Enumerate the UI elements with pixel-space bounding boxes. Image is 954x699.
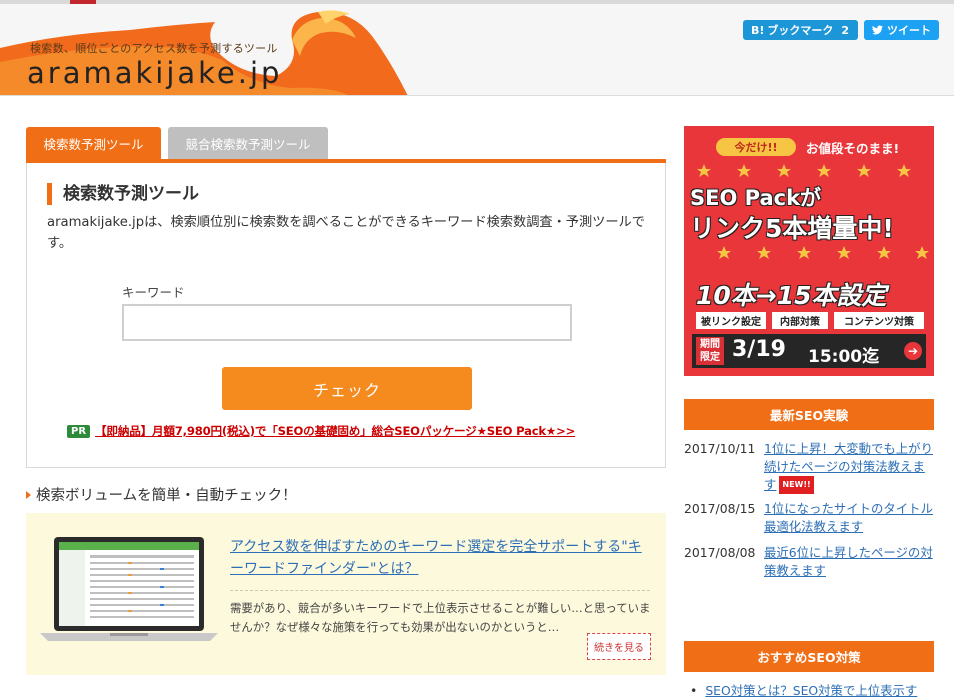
news-item: 2017/08/08 最近6位に上昇したページの対策教えます bbox=[684, 544, 944, 580]
ad-limited-pill: 今だけ!! bbox=[716, 138, 796, 156]
check-button[interactable]: チェック bbox=[222, 367, 472, 410]
news-date: 2017/08/15 bbox=[684, 501, 756, 516]
news-link[interactable]: 1位になったサイトのタイトル最適化法教えます bbox=[764, 500, 934, 536]
keyword-label: キーワード bbox=[122, 285, 185, 300]
arrow-right-icon: ➔ bbox=[904, 342, 922, 360]
hatena-bookmark-button[interactable]: B! ブックマーク 2 bbox=[743, 20, 858, 40]
ad-tag-internal: 内部対策 bbox=[772, 312, 828, 329]
laptop-screenshot-image bbox=[40, 537, 218, 641]
article-title-link[interactable]: アクセス数を伸ばすためのキーワード選定を完全サポートする"キーワードファインダー… bbox=[230, 536, 650, 580]
read-more-button[interactable]: 続きを見る bbox=[587, 633, 651, 660]
seo-pack-ad-banner[interactable]: 今だけ!! お値段そのまま! SEO Packが リンク5本増量中! 10本→1… bbox=[684, 126, 934, 376]
twitter-bird-icon bbox=[872, 25, 883, 35]
news-link[interactable]: 最近6位に上昇したページの対策教えます bbox=[764, 544, 934, 580]
article-divider bbox=[230, 590, 650, 591]
ad-tag-content: コンテンツ対策 bbox=[834, 312, 924, 329]
news-item: 2017/10/11 1位に上昇！大変動でも上がり続けたページの対策法教えます N… bbox=[684, 440, 944, 494]
hatena-b-icon: B! bbox=[751, 23, 765, 37]
bookmark-count: 2 bbox=[841, 23, 850, 37]
search-tool-panel: 検索数予測ツール aramakijake.jpは、検索順位別に検索数を調べること… bbox=[26, 163, 666, 468]
tool-description: aramakijake.jpは、検索順位別に検索数を調べることができるキーワード… bbox=[47, 215, 645, 251]
news-item: 2017/08/15 1位になったサイトのタイトル最適化法教えます bbox=[684, 500, 944, 536]
tweet-label: ツイート bbox=[887, 24, 931, 37]
volume-section-heading: 検索ボリュームを簡単・自動チェック！ bbox=[26, 484, 297, 505]
site-header: 検索数、順位ごとのアクセス数を予測するツール aramakijake.jp B!… bbox=[0, 4, 954, 96]
ad-deadline-bar: 期間限定 3/19 15:00迄 ➔ bbox=[692, 334, 926, 368]
tab-search-volume-tool[interactable]: 検索数予測ツール bbox=[26, 127, 161, 159]
ad-tag-backlink: 被リンク設定 bbox=[696, 312, 766, 329]
tool-title: 検索数予測ツール bbox=[47, 183, 199, 205]
tab-competitor-tool[interactable]: 競合検索数予測ツール bbox=[168, 127, 328, 159]
bookmark-label: ブックマーク bbox=[767, 24, 834, 37]
news-date: 2017/10/11 bbox=[684, 441, 756, 456]
keyword-finder-article: アクセス数を伸ばすためのキーワード選定を完全サポートする"キーワードファインダー… bbox=[26, 513, 666, 675]
keyword-input[interactable] bbox=[122, 304, 572, 341]
ad-headline-2: リンク5本増量中! bbox=[690, 214, 894, 243]
ad-deadline-time: 15:00迄 bbox=[808, 347, 880, 367]
tweet-button[interactable]: ツイート bbox=[864, 20, 939, 40]
recommended-link[interactable]: SEO対策とは？SEO対策で上位表示す bbox=[690, 681, 917, 699]
ad-headline-1: SEO Packが bbox=[690, 186, 822, 210]
ad-deadline-date: 3/19 bbox=[732, 337, 786, 362]
site-tagline: 検索数、順位ごとのアクセス数を予測するツール bbox=[30, 42, 278, 55]
site-logo[interactable]: aramakijake.jp bbox=[27, 56, 282, 90]
pr-row: PR 【即納品】月額7,980円(税込)で「SEOの基礎固め」総合SEOパッケー… bbox=[67, 423, 575, 439]
recommended-seo-heading: おすすめSEO対策 bbox=[684, 641, 934, 672]
news-date: 2017/08/08 bbox=[684, 545, 756, 560]
news-link[interactable]: 1位に上昇！大変動でも上がり続けたページの対策法教えます NEW!! bbox=[764, 440, 934, 494]
ad-headline-3: 10本→15本設定 bbox=[696, 281, 887, 310]
article-excerpt: 需要があり、競合が多いキーワードで上位表示させることが難しい…と思っていませんか… bbox=[230, 601, 651, 634]
pr-badge: PR bbox=[67, 424, 91, 438]
ad-deadline-label: 期間限定 bbox=[696, 337, 724, 365]
triangle-bullet-icon bbox=[26, 490, 31, 499]
pr-link[interactable]: 【即納品】月額7,980円(税込)で「SEOの基礎固め」総合SEOパッケージ★S… bbox=[95, 423, 575, 439]
new-badge: NEW!! bbox=[779, 476, 814, 494]
tool-tabs: 検索数予測ツール 競合検索数予測ツール bbox=[26, 127, 666, 163]
volume-section-title: 検索ボリュームを簡単・自動チェック！ bbox=[36, 488, 297, 504]
ad-price-text: お値段そのまま! bbox=[806, 141, 900, 156]
latest-seo-heading: 最新SEO実験 bbox=[684, 399, 934, 430]
